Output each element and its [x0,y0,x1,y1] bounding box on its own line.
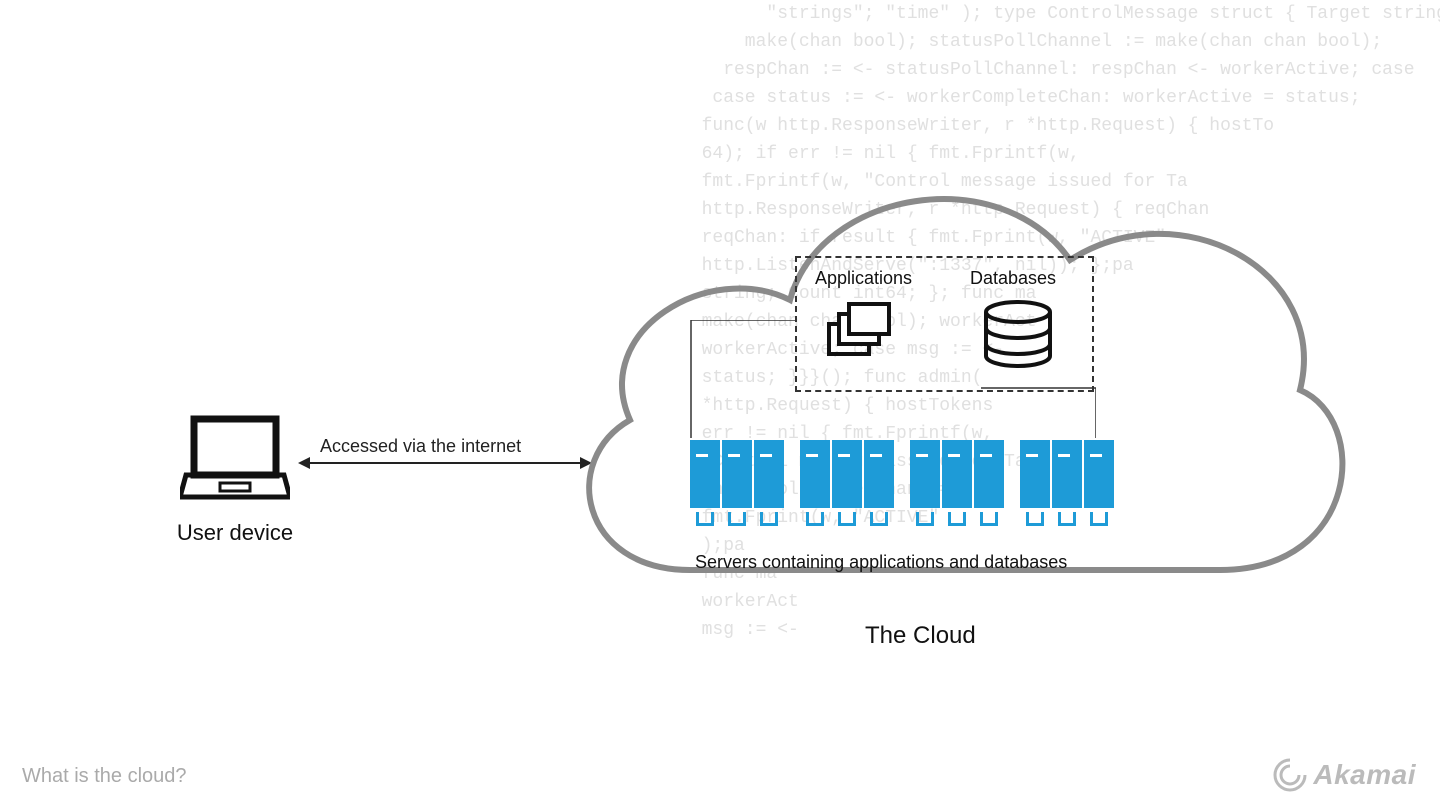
database-icon [980,300,1056,372]
diagram-stage: User device Accessed via the internet Th… [0,0,1440,810]
applications-icon [825,300,897,372]
applications-label: Applications [815,268,912,289]
server-rack [910,440,1004,508]
server-unit [832,440,862,508]
server-unit [910,440,940,508]
databases-label: Databases [970,268,1056,289]
server-unit [1084,440,1114,508]
server-unit [864,440,894,508]
servers-label: Servers containing applications and data… [695,552,1067,573]
server-rack [800,440,894,508]
server-unit [800,440,830,508]
server-unit [974,440,1004,508]
cloud-label: The Cloud [865,622,976,650]
server-unit [754,440,784,508]
server-rack [1020,440,1114,508]
server-unit [942,440,972,508]
server-unit [1020,440,1050,508]
user-device-label: User device [160,520,310,546]
laptop-icon [180,415,290,505]
server-unit [690,440,720,508]
server-racks [690,440,1114,508]
internet-arrow-label: Accessed via the internet [320,436,521,457]
server-rack [690,440,784,508]
server-unit [1052,440,1082,508]
server-unit [722,440,752,508]
